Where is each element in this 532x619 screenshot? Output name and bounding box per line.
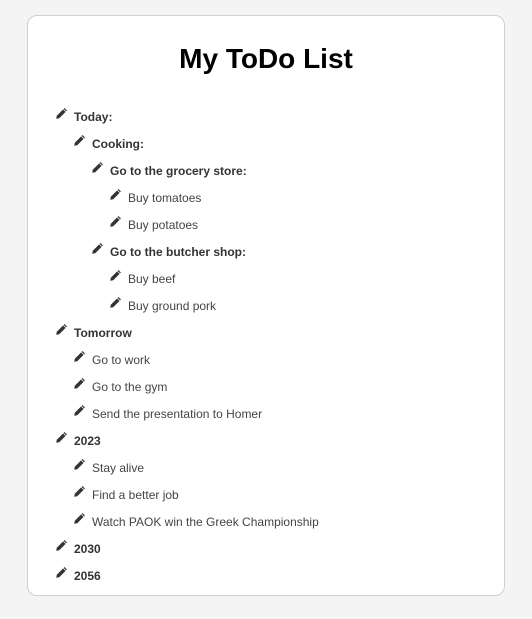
todo-item-label: Buy ground pork [128,298,217,313]
page-title: My ToDo List [179,43,353,74]
todo-item-label: Buy potatoes [128,217,199,232]
pencil-icon[interactable] [55,539,69,553]
todo-item[interactable]: Send the presentation to Homer [28,400,504,427]
pencil-icon[interactable] [55,431,69,445]
pencil-icon[interactable] [109,269,123,283]
todo-item-label: Find a better job [92,487,179,502]
pencil-icon[interactable] [73,377,87,391]
pencil-icon[interactable] [109,215,123,229]
todo-item-label: Buy tomatoes [128,190,202,205]
pencil-icon[interactable] [55,107,69,121]
pencil-icon[interactable] [91,242,105,256]
todo-item-label: Go to work [92,352,151,367]
todo-item-label: Tomorrow [74,325,132,340]
todo-item-label: 2030 [74,541,101,556]
todo-item[interactable]: Go to the grocery store: [28,157,504,184]
todo-item[interactable]: 2030 [28,535,504,562]
todo-item[interactable]: Cooking: [28,130,504,157]
todo-item[interactable]: Go to work [28,346,504,373]
todo-item-label: Stay alive [92,460,145,475]
todo-item-label: Cooking: [92,136,144,151]
pencil-icon[interactable] [73,350,87,364]
todo-item[interactable]: Watch PAOK win the Greek Championship [28,508,504,535]
pencil-icon[interactable] [55,566,69,580]
pencil-icon[interactable] [91,161,105,175]
todo-item-label: Go to the butcher shop: [110,244,246,259]
pencil-icon[interactable] [73,404,87,418]
todo-item[interactable]: Buy tomatoes [28,184,504,211]
todo-item-label: Buy beef [128,271,176,286]
todo-card: My ToDo List Today: Cooking: Go to the g… [27,15,505,596]
todo-item[interactable]: Go to the gym [28,373,504,400]
todo-item-label: Today: [74,109,113,124]
pencil-icon[interactable] [55,323,69,337]
todo-item[interactable]: 2023 [28,427,504,454]
pencil-icon[interactable] [73,134,87,148]
pencil-icon[interactable] [73,485,87,499]
todo-item[interactable]: Tomorrow [28,319,504,346]
todo-item-label: Go to the grocery store: [110,163,247,178]
todo-item-label: 2056 [74,568,101,583]
todo-item[interactable]: Find a better job [28,481,504,508]
todo-item[interactable]: 2056 [28,562,504,589]
todo-item[interactable]: Buy beef [28,265,504,292]
todo-item-label: Send the presentation to Homer [92,406,263,421]
todo-item[interactable]: Buy ground pork [28,292,504,319]
todo-list: Today: Cooking: Go to the grocery store:… [28,103,504,589]
pencil-icon[interactable] [73,458,87,472]
pencil-icon[interactable] [109,188,123,202]
todo-item-label: 2023 [74,433,101,448]
todo-item[interactable]: Go to the butcher shop: [28,238,504,265]
todo-item[interactable]: Today: [28,103,504,130]
todo-item-label: Go to the gym [92,379,168,394]
todo-item-label: Watch PAOK win the Greek Championship [92,514,319,529]
todo-item[interactable]: Stay alive [28,454,504,481]
pencil-icon[interactable] [109,296,123,310]
pencil-icon[interactable] [73,512,87,526]
todo-item[interactable]: Buy potatoes [28,211,504,238]
